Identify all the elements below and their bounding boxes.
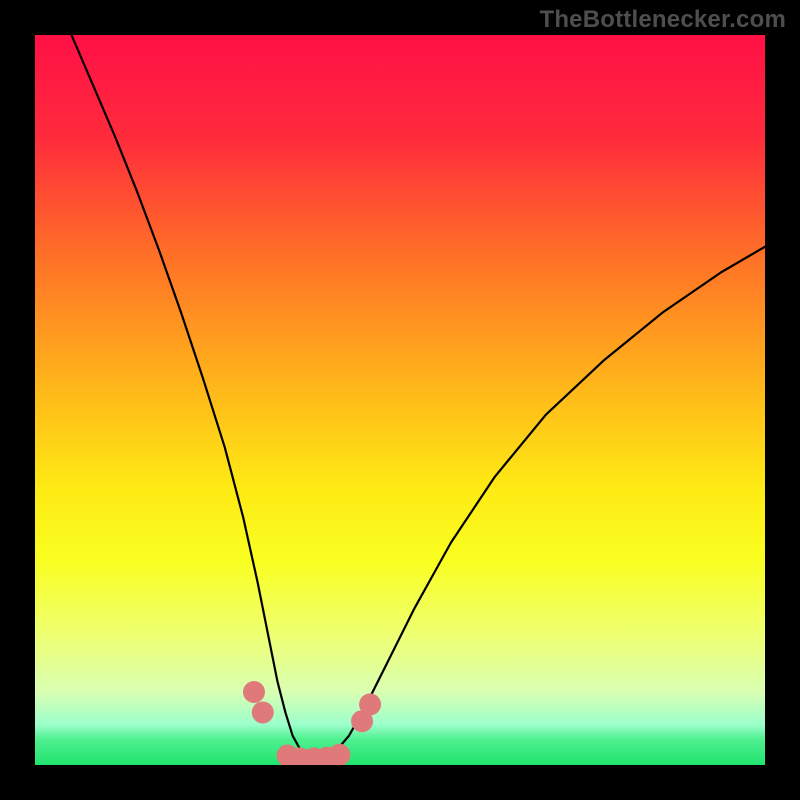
- marker-1: [252, 701, 274, 723]
- bottleneck-chart: [35, 35, 765, 765]
- plot-area: [35, 35, 765, 765]
- watermark-text: TheBottlenecker.com: [539, 6, 786, 34]
- marker-0: [243, 681, 265, 703]
- chart-frame: TheBottlenecker.com: [0, 0, 800, 800]
- marker-8: [359, 693, 381, 715]
- marker-6: [328, 744, 350, 765]
- gradient-background: [35, 35, 765, 765]
